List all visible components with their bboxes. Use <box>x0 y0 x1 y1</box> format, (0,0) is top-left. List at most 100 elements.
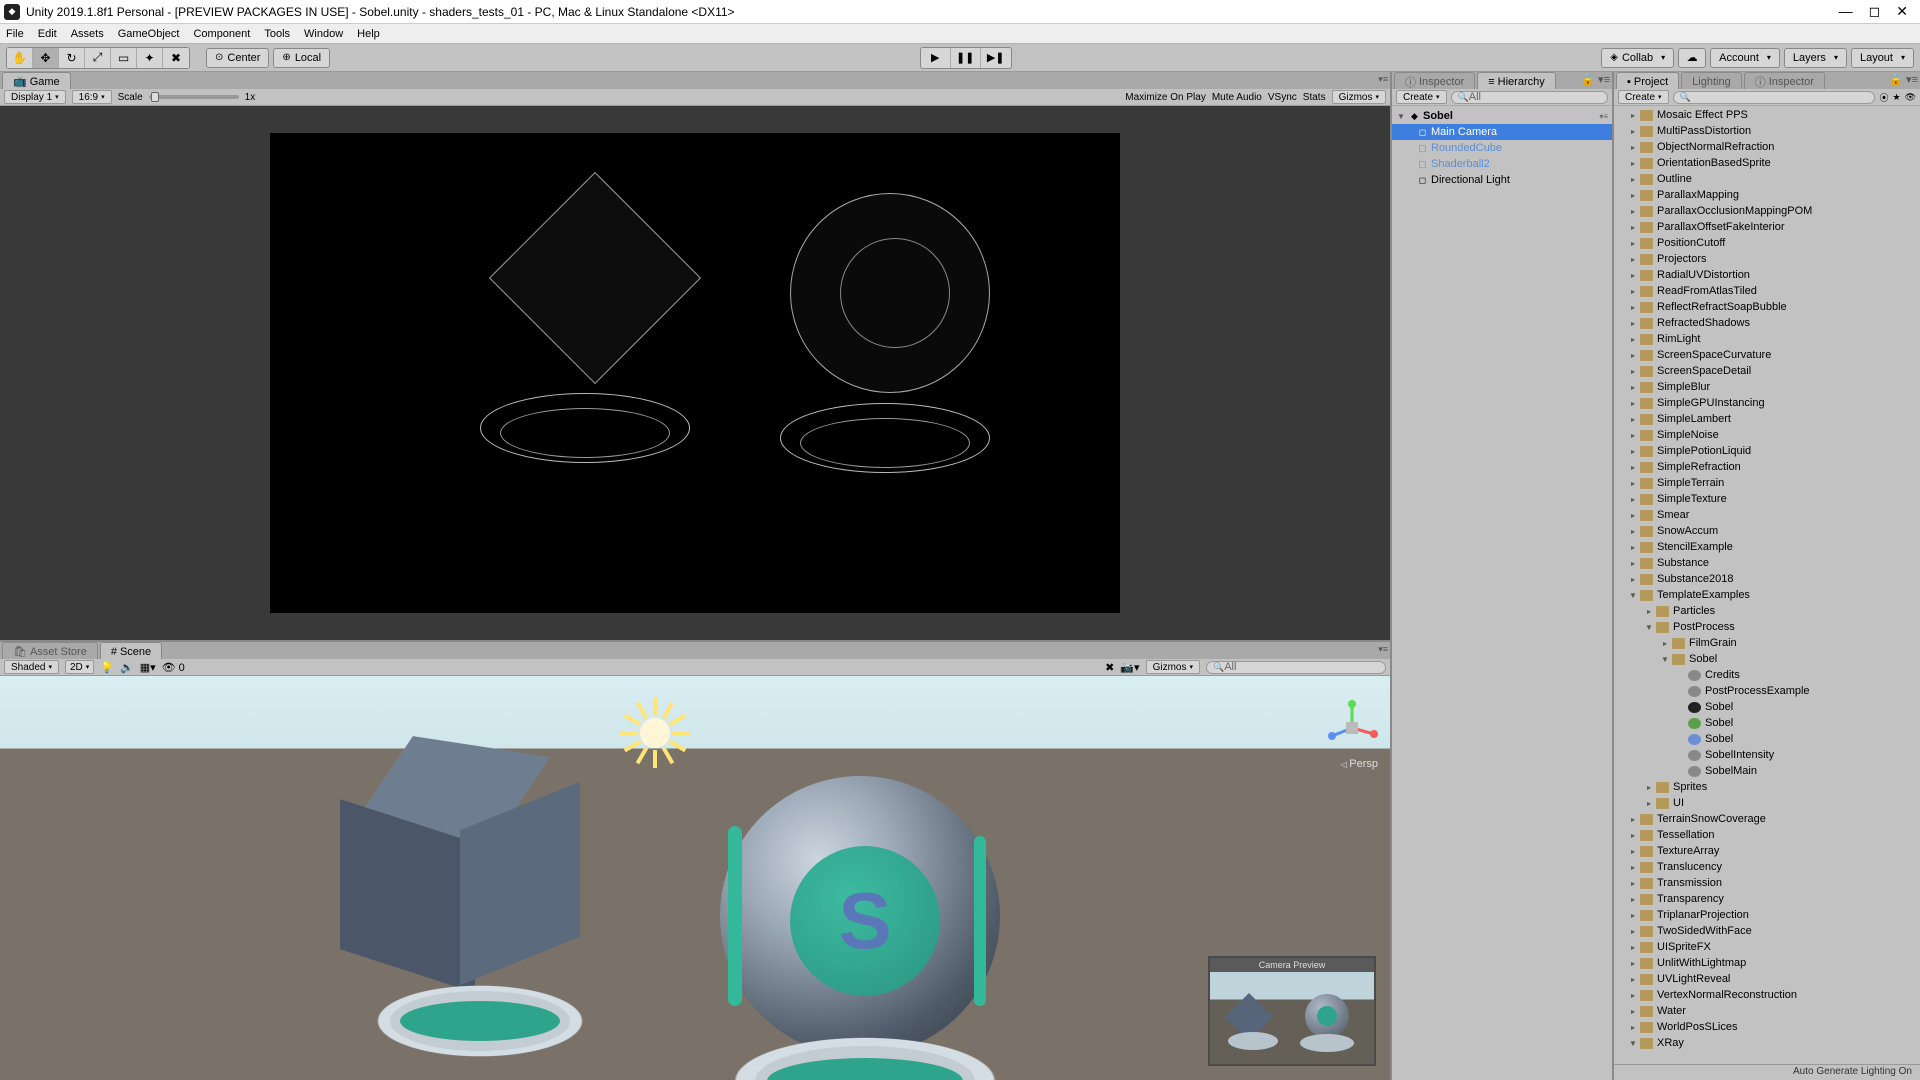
rounded-cube-object[interactable] <box>340 736 570 966</box>
mode-2d-toggle[interactable]: 2D <box>65 660 94 674</box>
hierarchy-item[interactable]: ◻Main Camera <box>1392 124 1612 140</box>
project-item[interactable]: SobelMain <box>1614 763 1920 779</box>
hierarchy-create-dropdown[interactable]: Create <box>1396 90 1447 104</box>
project-item[interactable]: Sobel <box>1614 731 1920 747</box>
panel-menu-icon[interactable]: ▾≡ <box>1378 74 1388 85</box>
tab-hierarchy[interactable]: ≡ Hierarchy <box>1477 72 1556 89</box>
project-item[interactable]: Credits <box>1614 667 1920 683</box>
fx-toggle-icon[interactable]: ▦▾ <box>140 661 156 674</box>
move-tool-button[interactable]: ✥ <box>33 48 59 68</box>
play-button[interactable]: ▶ <box>921 48 951 68</box>
project-item[interactable]: ▸ParallaxOffsetFakeInterior <box>1614 219 1920 235</box>
project-item[interactable]: ▸ReflectRefractSoapBubble <box>1614 299 1920 315</box>
project-item[interactable]: ▸MultiPassDistortion <box>1614 123 1920 139</box>
project-item[interactable]: ▸SimpleTerrain <box>1614 475 1920 491</box>
cloud-button[interactable]: ☁ <box>1678 48 1706 68</box>
project-item[interactable]: ▸UVLightReveal <box>1614 971 1920 987</box>
shaderball-object[interactable]: S <box>720 776 1000 1056</box>
pivot-rotation-button[interactable]: ⊕ Local <box>273 48 330 68</box>
lock-icon[interactable]: 🔒 <box>1889 73 1903 86</box>
menu-gameobject[interactable]: GameObject <box>118 28 180 40</box>
rotate-tool-button[interactable]: ↻ <box>59 48 85 68</box>
minimize-button[interactable]: — <box>1839 3 1853 20</box>
project-item[interactable]: ▸UISpriteFX <box>1614 939 1920 955</box>
project-item[interactable]: ▸Smear <box>1614 507 1920 523</box>
project-item[interactable]: Sobel <box>1614 715 1920 731</box>
project-item[interactable]: ▼TemplateExamples <box>1614 587 1920 603</box>
project-create-dropdown[interactable]: Create <box>1618 90 1669 104</box>
menu-tools[interactable]: Tools <box>264 28 290 40</box>
project-item[interactable]: ▸Tessellation <box>1614 827 1920 843</box>
project-item[interactable]: ▸TriplanarProjection <box>1614 907 1920 923</box>
project-item[interactable]: ▸SimpleNoise <box>1614 427 1920 443</box>
menu-file[interactable]: File <box>6 28 24 40</box>
directional-light-gizmo[interactable] <box>620 698 690 768</box>
audio-toggle-icon[interactable]: 🔊 <box>120 661 134 674</box>
close-button[interactable]: ✕ <box>1896 3 1908 20</box>
project-item[interactable]: ▸SnowAccum <box>1614 523 1920 539</box>
panel-menu-icon[interactable]: ▾≡ <box>1378 644 1388 655</box>
project-item[interactable]: ▸TextureArray <box>1614 843 1920 859</box>
layout-dropdown[interactable]: Layout <box>1851 48 1914 68</box>
tab-inspector-left[interactable]: ⓘ Inspector <box>1394 72 1475 89</box>
tab-scene[interactable]: # Scene <box>100 642 162 659</box>
project-item[interactable]: ▸RadialUVDistortion <box>1614 267 1920 283</box>
tab-project[interactable]: ▪ Project <box>1616 72 1679 89</box>
camera-settings-icon[interactable]: ✖ <box>1105 661 1114 674</box>
project-item[interactable]: ▸TerrainSnowCoverage <box>1614 811 1920 827</box>
aspect-dropdown[interactable]: 16:9 <box>72 90 112 104</box>
project-item[interactable]: ▸TwoSidedWithFace <box>1614 923 1920 939</box>
project-item[interactable]: ▸Projectors <box>1614 251 1920 267</box>
scale-slider[interactable] <box>149 95 239 99</box>
scene-search-input[interactable]: 🔍All <box>1206 661 1386 674</box>
gizmos-dropdown[interactable]: Gizmos <box>1332 90 1386 104</box>
project-item[interactable]: ▸Transparency <box>1614 891 1920 907</box>
project-item[interactable]: ▸Substance <box>1614 555 1920 571</box>
project-item[interactable]: ▸VertexNormalReconstruction <box>1614 987 1920 1003</box>
display-dropdown[interactable]: Display 1 <box>4 90 66 104</box>
maximize-button[interactable]: ◻ <box>1869 3 1881 20</box>
project-item[interactable]: ▼PostProcess <box>1614 619 1920 635</box>
project-item[interactable]: ▸SimplePotionLiquid <box>1614 443 1920 459</box>
project-item[interactable]: Sobel <box>1614 699 1920 715</box>
project-item[interactable]: ▸Outline <box>1614 171 1920 187</box>
viewport-settings-icon[interactable]: 📷▾ <box>1120 661 1139 674</box>
project-item[interactable]: ▸StencilExample <box>1614 539 1920 555</box>
project-item[interactable]: ▸FilmGrain <box>1614 635 1920 651</box>
project-item[interactable]: ▸Particles <box>1614 603 1920 619</box>
project-item[interactable]: ▸ReadFromAtlasTiled <box>1614 283 1920 299</box>
project-item[interactable]: ▸ScreenSpaceCurvature <box>1614 347 1920 363</box>
project-item[interactable]: ▸Substance2018 <box>1614 571 1920 587</box>
scene-render-area[interactable]: S <box>0 676 1390 1080</box>
custom-tool-button[interactable]: ✖ <box>163 48 189 68</box>
collab-dropdown[interactable]: ◈ Collab <box>1601 48 1674 68</box>
shading-mode-dropdown[interactable]: Shaded <box>4 660 59 674</box>
project-item[interactable]: ▸Transmission <box>1614 875 1920 891</box>
project-item[interactable]: ▸ObjectNormalRefraction <box>1614 139 1920 155</box>
project-item[interactable]: ▸WorldPosSLices <box>1614 1019 1920 1035</box>
project-tree[interactable]: ▸Mosaic Effect PPS▸MultiPassDistortion▸O… <box>1614 106 1920 1064</box>
project-item[interactable]: ▼Sobel <box>1614 651 1920 667</box>
lighting-toggle-icon[interactable]: 💡 <box>100 661 114 674</box>
project-item[interactable]: ▸UI <box>1614 795 1920 811</box>
hierarchy-item[interactable]: ▢RoundedCube <box>1392 140 1612 156</box>
hand-tool-button[interactable]: ✋ <box>7 48 33 68</box>
project-item[interactable]: ▸Mosaic Effect PPS <box>1614 107 1920 123</box>
project-item[interactable]: ▸PositionCutoff <box>1614 235 1920 251</box>
project-item[interactable]: ▸UnlitWithLightmap <box>1614 955 1920 971</box>
hidden-icon[interactable]: 👁 <box>1905 92 1916 103</box>
project-item[interactable]: ▸Water <box>1614 1003 1920 1019</box>
pause-button[interactable]: ❚❚ <box>951 48 981 68</box>
project-item[interactable]: ▸SimpleLambert <box>1614 411 1920 427</box>
hierarchy-item[interactable]: ▢Shaderball2 <box>1392 156 1612 172</box>
project-item[interactable]: ▸ParallaxOcclusionMappingPOM <box>1614 203 1920 219</box>
panel-menu-icon[interactable]: ▾≡ <box>1906 73 1918 86</box>
project-item[interactable]: ▸Sprites <box>1614 779 1920 795</box>
step-button[interactable]: ▶❚ <box>981 48 1011 68</box>
stats-toggle[interactable]: Stats <box>1303 92 1326 103</box>
project-item[interactable]: PostProcessExample <box>1614 683 1920 699</box>
layers-dropdown[interactable]: Layers <box>1784 48 1847 68</box>
scale-tool-button[interactable]: ⤢ <box>85 48 111 68</box>
hierarchy-item[interactable]: ◻Directional Light <box>1392 172 1612 188</box>
project-item[interactable]: ▸RimLight <box>1614 331 1920 347</box>
